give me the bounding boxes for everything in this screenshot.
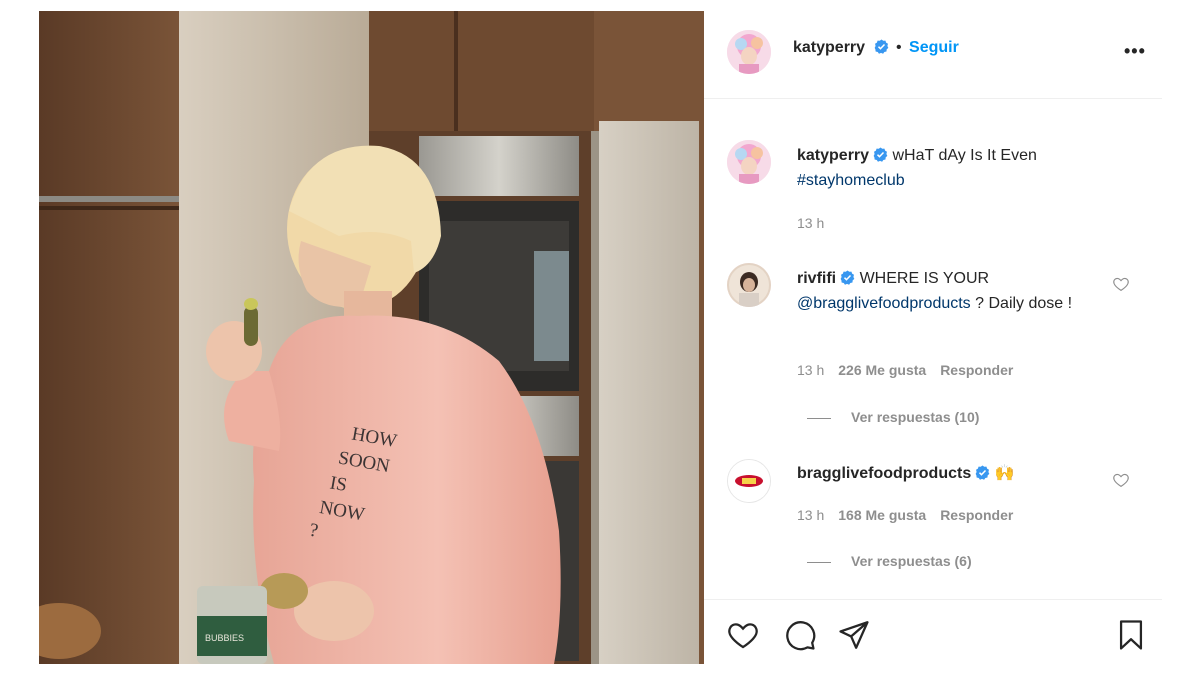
caption-text: katyperry wHaT dAy Is It Even #stayhomec… bbox=[797, 143, 1097, 193]
comment-like-icon[interactable] bbox=[1112, 471, 1130, 489]
raising-hands-emoji: 🙌 bbox=[994, 465, 1015, 482]
comment-body-end: ? Daily dose ! bbox=[975, 295, 1073, 312]
view-replies-button[interactable]: Ver respuestas (10) bbox=[807, 409, 979, 425]
verified-badge-icon bbox=[975, 465, 990, 480]
share-icon[interactable] bbox=[837, 618, 871, 652]
comment-time[interactable]: 13 h bbox=[797, 362, 824, 378]
reply-button[interactable]: Responder bbox=[940, 362, 1013, 378]
kitchen-photo: BUBBIES HOW SOON IS NOW ? bbox=[39, 11, 704, 664]
comment-like-icon[interactable] bbox=[1112, 275, 1130, 293]
reply-button[interactable]: Responder bbox=[940, 507, 1013, 523]
header-line: katyperry • Seguir bbox=[793, 39, 959, 57]
follow-button[interactable]: Seguir bbox=[909, 39, 959, 56]
caption-meta: 13 h bbox=[797, 215, 838, 231]
replies-line bbox=[807, 561, 831, 563]
post-photo[interactable]: BUBBIES HOW SOON IS NOW ? bbox=[39, 11, 704, 664]
caption-hashtag[interactable]: #stayhomeclub bbox=[797, 172, 905, 189]
jar-label: BUBBIES bbox=[205, 633, 244, 643]
avatar-image bbox=[727, 30, 771, 74]
view-replies-label: Ver respuestas (6) bbox=[851, 553, 972, 569]
verified-badge-icon bbox=[840, 270, 855, 285]
comment-likes[interactable]: 168 Me gusta bbox=[838, 507, 926, 523]
caption-body: wHaT dAy Is It Even bbox=[892, 147, 1037, 164]
view-replies-button[interactable]: Ver respuestas (6) bbox=[807, 553, 972, 569]
comment-text: rivfifi WHERE IS YOUR @bragglivefoodprod… bbox=[797, 266, 1097, 316]
comment-meta: 13 h 168 Me gusta Responder bbox=[797, 507, 1027, 523]
replies-line bbox=[807, 417, 831, 419]
comment-mention[interactable]: @bragglivefoodproducts bbox=[797, 295, 971, 312]
caption-avatar[interactable] bbox=[727, 140, 771, 184]
post-actions bbox=[704, 599, 1162, 665]
author-avatar[interactable] bbox=[727, 30, 771, 74]
bookmark-icon[interactable] bbox=[1114, 618, 1148, 652]
comment-body-start: WHERE IS YOUR bbox=[859, 270, 990, 287]
shirt-text-3: IS bbox=[328, 472, 348, 496]
comment-avatar[interactable] bbox=[727, 263, 771, 307]
comment-avatar[interactable] bbox=[727, 459, 771, 503]
verified-badge-icon bbox=[873, 147, 888, 162]
caption-time[interactable]: 13 h bbox=[797, 215, 824, 231]
comment-time[interactable]: 13 h bbox=[797, 507, 824, 523]
verified-badge-icon bbox=[874, 39, 888, 54]
author-username[interactable]: katyperry bbox=[793, 39, 865, 56]
comment-meta: 13 h 226 Me gusta Responder bbox=[797, 362, 1027, 378]
avatar-image bbox=[727, 140, 771, 184]
heart-icon[interactable] bbox=[726, 618, 760, 652]
comment-likes[interactable]: 226 Me gusta bbox=[838, 362, 926, 378]
post-side-panel: katyperry • Seguir ••• katyperry wHaT dA… bbox=[704, 11, 1162, 664]
header-separator: • bbox=[895, 39, 902, 56]
comment-icon[interactable] bbox=[783, 618, 817, 652]
comments-section: katyperry wHaT dAy Is It Even #stayhomec… bbox=[704, 99, 1162, 599]
view-replies-label: Ver respuestas (10) bbox=[851, 409, 980, 425]
avatar-image bbox=[727, 263, 771, 307]
more-options-icon[interactable]: ••• bbox=[1124, 41, 1146, 62]
bragg-logo-icon bbox=[728, 460, 770, 502]
post-header: katyperry • Seguir ••• bbox=[704, 11, 1162, 99]
comment-username[interactable]: rivfifi bbox=[797, 270, 836, 287]
comment-text: bragglivefoodproducts 🙌 bbox=[797, 461, 1117, 486]
caption-username[interactable]: katyperry bbox=[797, 147, 869, 164]
comment-username[interactable]: bragglivefoodproducts bbox=[797, 465, 971, 482]
